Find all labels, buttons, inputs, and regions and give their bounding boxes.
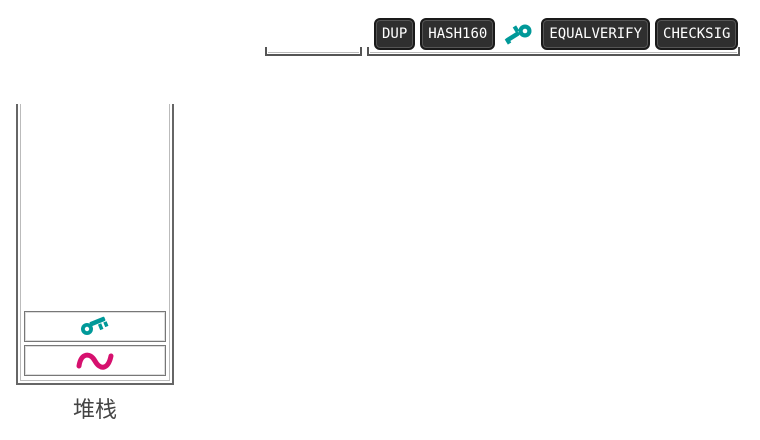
stack-container xyxy=(16,104,174,385)
opcode-checksig: CHECKSIG xyxy=(655,18,739,50)
stack-label: 堆栈 xyxy=(72,398,117,423)
signature-icon xyxy=(76,352,114,370)
opcode-equalverify: EQUALVERIFY xyxy=(541,18,651,50)
empty-bracket xyxy=(265,47,362,56)
stack-item-signature xyxy=(24,345,166,376)
key-icon xyxy=(81,316,109,335)
script-row: DUP HASH160 EQUALVERIFY CHECKSIG xyxy=(374,18,739,50)
hashed-key-icon xyxy=(500,18,536,50)
stack-item-public-key xyxy=(24,311,166,342)
opcode-hash160: HASH160 xyxy=(420,18,496,50)
opcode-dup: DUP xyxy=(374,18,416,50)
